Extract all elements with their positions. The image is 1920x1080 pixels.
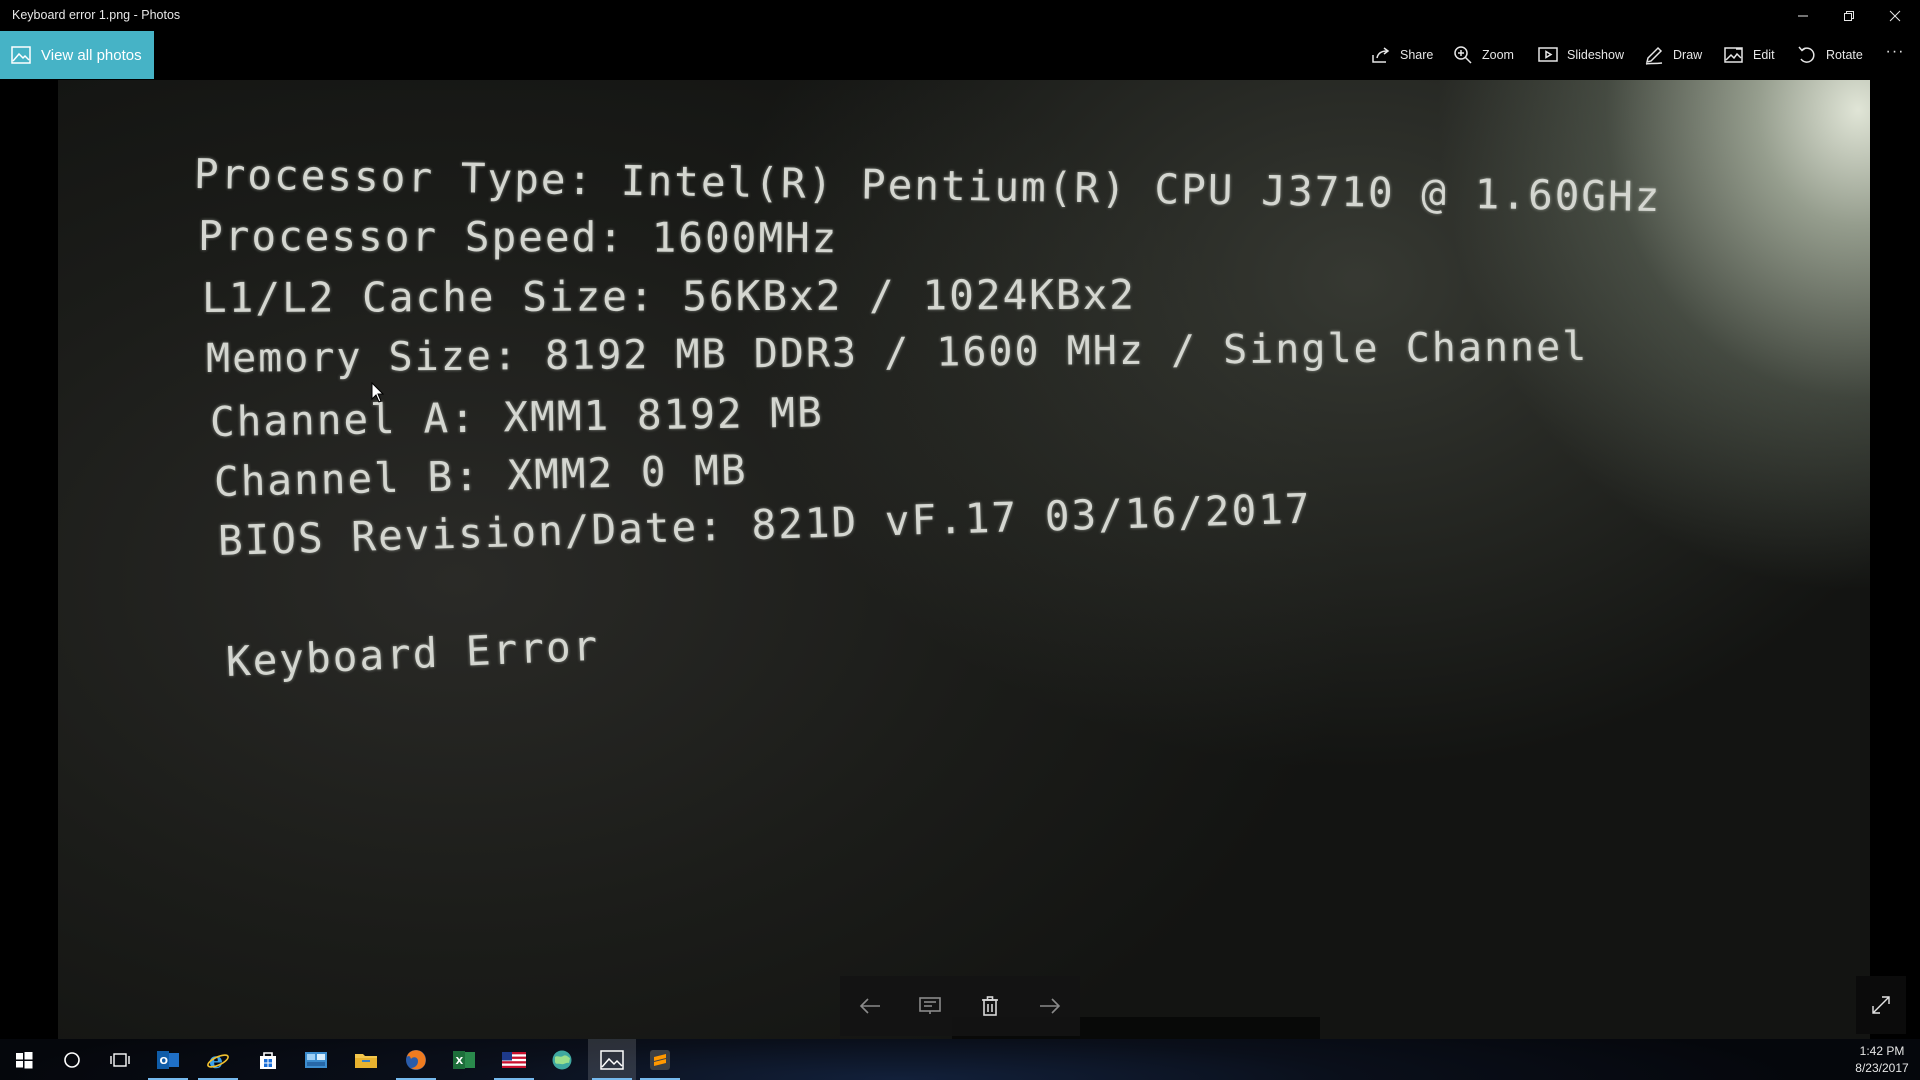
trash-icon <box>982 996 998 1016</box>
zoom-icon <box>1454 46 1472 64</box>
excel-icon: X <box>453 1050 475 1069</box>
taskbar-globe-app[interactable] <box>538 1039 586 1080</box>
start-button[interactable] <box>0 1039 48 1080</box>
taskbar-outlook[interactable]: O <box>144 1039 192 1080</box>
photo-viewport[interactable]: Processor Type: Intel(R) Pentium(R) CPU … <box>0 80 1920 1039</box>
arrow-right-icon <box>1040 998 1061 1014</box>
rotate-label: Rotate <box>1826 48 1863 62</box>
slideshow-label: Slideshow <box>1567 48 1624 62</box>
search-circle-icon <box>64 1051 80 1068</box>
draw-icon <box>1645 46 1663 65</box>
processor-speed-line: Processor Speed: 1600MHz <box>197 212 839 263</box>
minimize-icon <box>1798 15 1808 16</box>
taskbar-control-panel[interactable] <box>292 1039 340 1080</box>
expand-icon <box>1872 996 1890 1014</box>
close-icon <box>1889 10 1901 21</box>
minimize-button[interactable] <box>1780 0 1826 31</box>
photos-icon <box>600 1049 624 1070</box>
taskbar-excel[interactable]: X <box>440 1039 488 1080</box>
clock-time: 1:42 PM <box>1859 1044 1905 1058</box>
taskbar-firefox[interactable] <box>392 1039 440 1080</box>
close-button[interactable] <box>1872 0 1918 31</box>
windows-logo-icon <box>16 1051 33 1068</box>
slideshow-button[interactable]: Slideshow <box>1538 43 1624 67</box>
outlook-icon: O <box>157 1050 179 1069</box>
taskbar-sublime[interactable] <box>636 1039 684 1080</box>
edit-label: Edit <box>1753 48 1775 62</box>
slideshow-icon <box>919 997 941 1014</box>
taskbar-store[interactable] <box>244 1039 292 1080</box>
share-button[interactable]: Share <box>1371 43 1433 67</box>
view-all-photos-label: View all photos <box>41 46 142 64</box>
restore-icon <box>1844 10 1854 21</box>
delete-photo-button[interactable] <box>977 993 1003 1019</box>
svg-text:O: O <box>160 1056 169 1067</box>
search-button[interactable] <box>48 1039 96 1080</box>
control-panel-icon <box>305 1051 327 1068</box>
mouse-cursor-icon <box>371 382 385 403</box>
processor-type-line: Processor Type: Intel(R) Pentium(R) CPU … <box>193 150 1662 222</box>
folder-icon <box>355 1053 377 1068</box>
taskbar-file-explorer[interactable] <box>342 1039 390 1080</box>
taskbar-internet-explorer[interactable]: e <box>194 1039 242 1080</box>
draw-button[interactable]: Draw <box>1644 43 1702 67</box>
zoom-button[interactable]: Zoom <box>1453 43 1514 67</box>
restore-button[interactable] <box>1826 0 1872 31</box>
photo-image: Processor Type: Intel(R) Pentium(R) CPU … <box>58 80 1870 1039</box>
cache-size-line: L1/L2 Cache Size: 56KBx2 / 1024KBx2 <box>201 270 1137 322</box>
firefox-icon <box>406 1049 426 1070</box>
taskbar: O e X 1:42 PM 8/23/2017 <box>0 1039 1920 1080</box>
channel-b-line: Channel B: XMM2 0 MB <box>213 445 749 506</box>
toolbar: View all photos Share Zoom Slideshow Dra… <box>0 31 1920 80</box>
fullscreen-button[interactable] <box>1856 976 1906 1034</box>
flag-icon <box>502 1051 526 1068</box>
window-title: Keyboard error 1.png - Photos <box>12 8 181 22</box>
edit-icon <box>1724 47 1743 63</box>
photo-navigation-bar <box>840 976 1080 1036</box>
more-options-button[interactable]: ··· <box>1880 43 1910 67</box>
taskbar-flag-app[interactable] <box>490 1039 538 1080</box>
internet-explorer-icon: e <box>207 1048 229 1072</box>
share-icon <box>1372 47 1390 63</box>
arrow-left-icon <box>859 998 880 1014</box>
draw-label: Draw <box>1673 48 1703 62</box>
globe-icon <box>552 1050 572 1069</box>
svg-text:X: X <box>456 1056 464 1067</box>
share-label: Share <box>1400 48 1434 62</box>
task-view-button[interactable] <box>96 1039 144 1080</box>
view-all-photos-button[interactable]: View all photos <box>0 31 154 79</box>
channel-a-line: Channel A: XMM1 8192 MB <box>209 388 825 446</box>
rotate-button[interactable]: Rotate <box>1797 43 1863 67</box>
memory-size-line: Memory Size: 8192 MB DDR3 / 1600 MHz / S… <box>205 323 1589 382</box>
previous-photo-button[interactable] <box>857 993 883 1019</box>
rotate-icon <box>1798 46 1815 63</box>
keyboard-error-line: Keyboard Error <box>224 621 601 686</box>
title-bar: Keyboard error 1.png - Photos <box>0 0 1920 31</box>
slideshow-icon <box>1538 47 1558 62</box>
task-view-icon <box>110 1052 130 1067</box>
sublime-icon <box>650 1049 670 1070</box>
store-icon <box>260 1051 276 1069</box>
system-clock[interactable]: 1:42 PM 8/23/2017 <box>1848 1043 1916 1077</box>
slideshow-control-button[interactable] <box>917 993 943 1019</box>
clock-date: 8/23/2017 <box>1855 1061 1909 1075</box>
photo-icon <box>11 46 31 64</box>
next-photo-button[interactable] <box>1037 993 1063 1019</box>
zoom-label: Zoom <box>1482 48 1514 62</box>
edit-button[interactable]: Edit <box>1724 43 1775 67</box>
taskbar-photos[interactable] <box>588 1039 636 1080</box>
